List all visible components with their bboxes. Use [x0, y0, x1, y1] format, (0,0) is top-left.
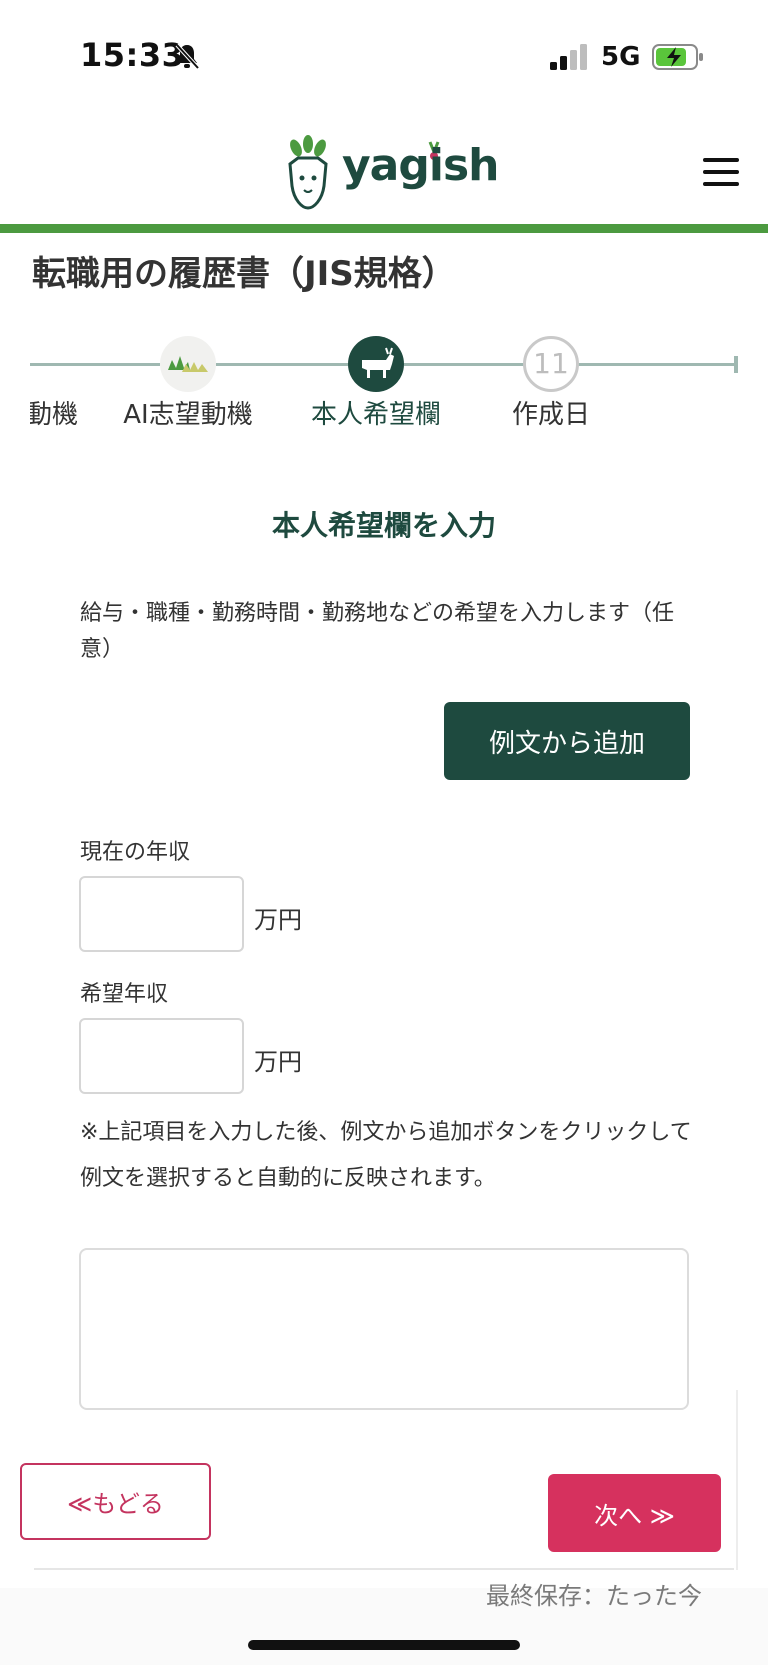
footer-divider	[34, 1568, 734, 1570]
desired-income-input[interactable]	[79, 1018, 244, 1094]
instruction-note: ※上記項目を入力した後、例文から追加ボタンをクリックして例文を選択すると自動的に…	[80, 1120, 692, 1191]
wish-textarea[interactable]	[79, 1248, 689, 1410]
back-button[interactable]: ≪もどる	[20, 1463, 211, 1540]
step-label-wish[interactable]: 本人希望欄	[311, 394, 441, 431]
step-label-ai-motivation[interactable]: AI志望動機	[123, 394, 252, 431]
current-income-label: 現在の年収	[80, 840, 191, 865]
grass-icon	[168, 356, 208, 372]
status-time: 15:33	[80, 36, 185, 74]
page-title: 転職用の履歴書（JIS規格）	[32, 254, 456, 294]
hamburger-menu-icon[interactable]	[703, 158, 739, 186]
step-label-created-date[interactable]: 作成日	[512, 394, 590, 431]
bell-slash-icon	[175, 43, 200, 70]
section-description: 給与・職種・勤務時間・勤務地などの希望を入力します（任意）	[80, 601, 675, 662]
desired-income-label: 希望年収	[80, 982, 169, 1007]
next-button[interactable]: 次へ ≫	[548, 1474, 721, 1552]
home-indicator[interactable]	[248, 1640, 520, 1650]
current-income-input[interactable]	[79, 876, 244, 952]
step-ai-motivation-circle[interactable]	[160, 336, 216, 392]
current-income-unit: 万円	[254, 906, 302, 934]
site-header: yagish	[0, 112, 768, 224]
status-bar: 15:33 5G	[0, 0, 768, 112]
signal-icon	[550, 44, 587, 70]
header-divider	[0, 224, 768, 233]
brand-name: yagish	[342, 140, 499, 191]
last-saved-status: 最終保存：たった今	[486, 1582, 702, 1610]
step-wish-circle[interactable]	[348, 336, 404, 392]
step-created-date-circle[interactable]: 11	[523, 336, 579, 392]
step-number: 11	[533, 347, 569, 380]
step-label-motivation[interactable]: 動機	[30, 394, 78, 431]
add-from-sample-button[interactable]: 例文から追加	[444, 702, 690, 780]
footer-vertical-divider	[736, 1390, 738, 1570]
desired-income-unit: 万円	[254, 1048, 302, 1076]
goat-icon	[362, 347, 394, 378]
section-heading: 本人希望欄を入力	[271, 509, 496, 542]
network-label: 5G	[601, 42, 641, 72]
progress-stepper: 11 動機 AI志望動機 本人希望欄 作成日	[30, 336, 738, 436]
battery-charging-icon	[652, 44, 703, 70]
